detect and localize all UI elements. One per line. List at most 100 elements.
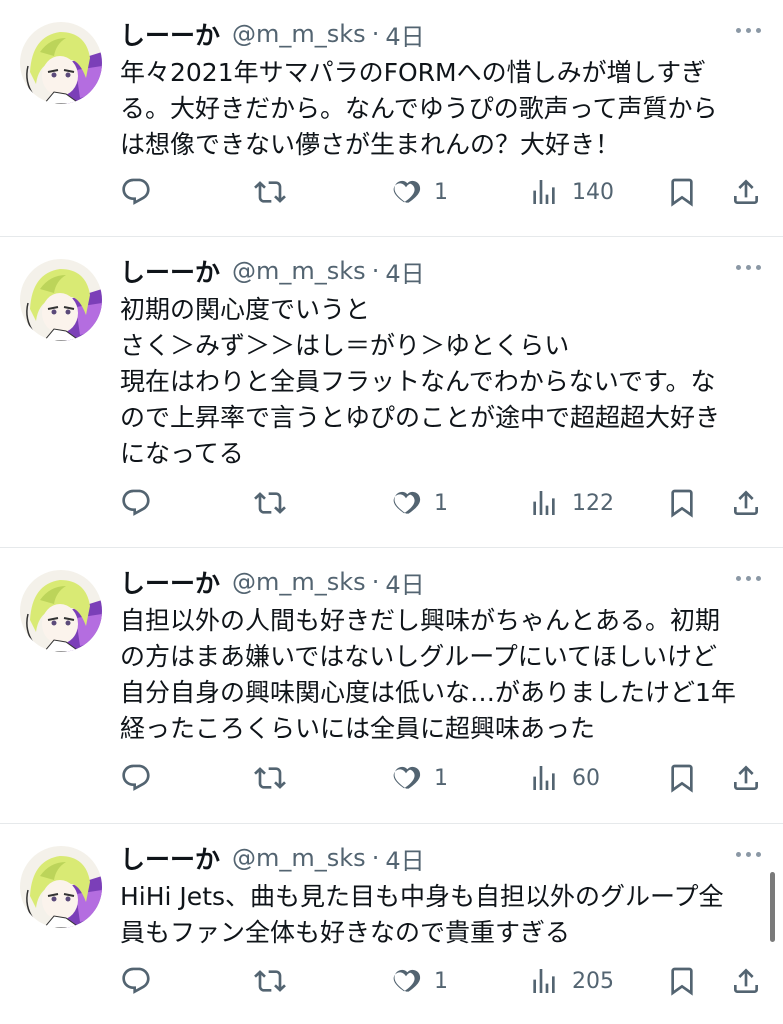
bookmark-button[interactable] [666,965,698,997]
like-count: 1 [434,179,448,205]
retweet-button[interactable] [254,965,286,997]
tweet-text-line: 自分自身の興味関心度は低いな…がありましたけど1年 [120,678,736,707]
user-handle[interactable]: @m_m_sks [232,20,366,48]
like-button[interactable]: 1 [390,176,448,208]
retweet-icon [254,767,286,789]
like-count: 1 [434,490,448,516]
reply-button[interactable] [120,487,152,519]
tweet-text-line: は想像できない儚さが生まれんの？大好き！ [120,130,621,159]
like-button[interactable]: 1 [390,487,448,519]
avatar[interactable] [20,846,102,928]
avatar[interactable] [20,570,102,652]
bookmark-button[interactable] [666,487,698,519]
more-icon[interactable] [736,28,761,33]
reply-icon [122,764,150,791]
views-icon [533,491,555,515]
timestamp[interactable]: 4日 [385,17,424,52]
share-button[interactable] [730,487,762,519]
avatar-image [20,846,102,928]
views-icon [533,180,555,204]
retweet-button[interactable] [254,762,286,794]
views-button[interactable]: 122 [528,487,614,519]
share-icon [734,765,758,790]
tweet-actions: 1 205 [120,961,760,1001]
heart-icon [393,491,421,514]
display-name[interactable]: しーーか [120,16,220,52]
tweet-text-line: ので上昇率で言うとゆぴのことが途中で超超超大好き [120,403,721,432]
retweet-button[interactable] [254,176,286,208]
bookmark-button[interactable] [666,762,698,794]
share-button[interactable] [730,965,762,997]
timestamp[interactable]: 4日 [385,254,424,289]
retweet-icon [254,181,286,203]
timestamp[interactable]: 4日 [385,565,424,600]
share-button[interactable] [730,762,762,794]
bookmark-icon [671,178,693,207]
separator-dot: · [371,844,380,872]
like-count: 1 [434,765,448,791]
reply-icon [122,967,150,994]
avatar-image [20,570,102,652]
tweet-header: しーーか @m_m_sks · 4日 [120,562,425,602]
reply-button[interactable] [120,762,152,794]
user-handle[interactable]: @m_m_sks [232,568,366,596]
tweet[interactable]: しーーか @m_m_sks · 4日 初期の関心度でいうと さく＞みず＞＞はし＝… [0,237,783,548]
tweet-text-line: になってる [120,439,244,468]
display-name[interactable]: しーーか [120,564,220,600]
tweet-text-line: 初期の関心度でいうと [120,295,371,324]
tweet-header: しーーか @m_m_sks · 4日 [120,14,425,54]
tweet-text: HiHi Jets、曲も見た目も中身も自担以外のグループ全 員もファン全体も好き… [120,879,760,951]
views-button[interactable]: 60 [528,762,600,794]
separator-dot: · [371,20,380,48]
tweet-text-line: 年々2021年サマパラのFORMへの惜しみが増しすぎ [120,58,707,87]
reply-button[interactable] [120,965,152,997]
timestamp[interactable]: 4日 [385,841,424,876]
like-button[interactable]: 1 [390,762,448,794]
share-icon [734,179,758,204]
tweet-text: 自担以外の人間も好きだし興味がちゃんとある。初期 の方はまあ嫌いではないしグルー… [120,603,760,747]
user-handle[interactable]: @m_m_sks [232,257,366,285]
share-button[interactable] [730,176,762,208]
retweet-button[interactable] [254,487,286,519]
tweet[interactable]: しーーか @m_m_sks · 4日 年々2021年サマパラのFORMへの惜しみ… [0,0,783,237]
view-count: 205 [572,968,614,994]
tweet-header: しーーか @m_m_sks · 4日 [120,251,425,291]
tweet-text-line: の方はまあ嫌いではないしグループにいてほしいけど [120,642,718,671]
view-count: 140 [572,179,614,205]
timeline: しーーか @m_m_sks · 4日 年々2021年サマパラのFORMへの惜しみ… [0,0,783,1024]
tweet-text-line: 員もファン全体も好きなので貴重すぎる [120,918,571,947]
scrollbar[interactable] [770,872,775,942]
more-icon[interactable] [736,852,761,857]
tweet-actions: 1 60 [120,758,760,798]
reply-icon [122,489,150,516]
tweet[interactable]: しーーか @m_m_sks · 4日 自担以外の人間も好きだし興味がちゃんとある… [0,548,783,824]
bookmark-icon [671,489,693,518]
bookmark-icon [671,764,693,793]
views-button[interactable]: 140 [528,176,614,208]
tweet-text-line: る。大好きだから。なんでゆうぴの歌声って声質から [120,94,718,123]
display-name[interactable]: しーーか [120,840,220,876]
more-icon[interactable] [736,576,761,581]
like-button[interactable]: 1 [390,965,448,997]
bookmark-button[interactable] [666,176,698,208]
display-name[interactable]: しーーか [120,253,220,289]
more-icon[interactable] [736,265,761,270]
user-handle[interactable]: @m_m_sks [232,844,366,872]
views-icon [533,969,555,993]
tweet[interactable]: しーーか @m_m_sks · 4日 HiHi Jets、曲も見た目も中身も自担… [0,824,783,1024]
share-icon [734,490,758,515]
tweet-text-line: 経ったころくらいには全員に超興味あった [120,714,596,743]
reply-icon [122,178,150,205]
tweet-text-line: HiHi Jets、曲も見た目も中身も自担以外のグループ全 [120,882,724,911]
avatar[interactable] [20,22,102,104]
reply-button[interactable] [120,176,152,208]
heart-icon [393,969,421,992]
avatar[interactable] [20,259,102,341]
separator-dot: · [371,257,380,285]
tweet-actions: 1 122 [120,483,760,523]
avatar-image [20,22,102,104]
tweet-text-line: 現在はわりと全員フラットなんでわからないです。な [120,367,716,396]
views-button[interactable]: 205 [528,965,614,997]
view-count: 122 [572,490,614,516]
like-count: 1 [434,968,448,994]
